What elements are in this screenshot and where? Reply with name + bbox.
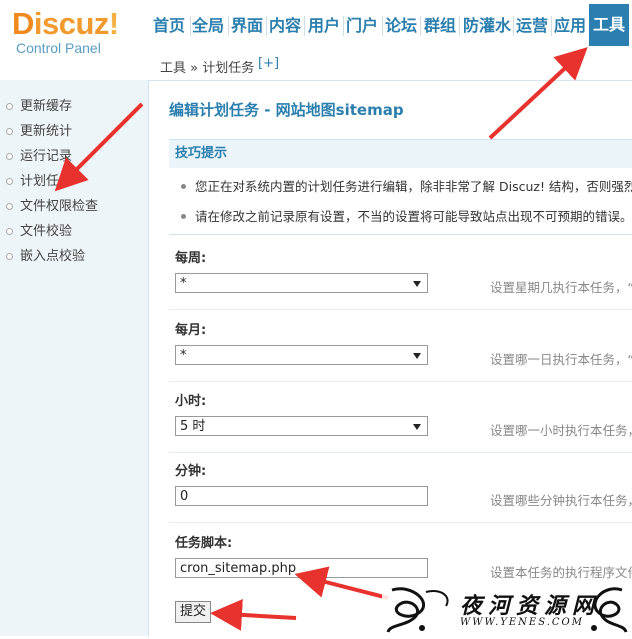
select-arrow-icon [413,353,421,359]
monthday-label: 每月: [175,323,207,338]
weekday-hint: 设置星期几执行本任务，“*” [490,280,632,295]
watermark: 夜河资源网 WWW.YENES.COM [382,582,632,636]
add-shortcut-link[interactable]: [+] [258,56,279,71]
script-input[interactable]: cron_sitemap.php [175,558,428,578]
minute-input[interactable]: 0 [175,486,428,506]
hour-hint: 设置哪一小时执行本任务， [490,423,632,438]
script-hint: 设置本任务的执行程序文件 [490,565,632,580]
bullet-icon [6,178,13,185]
tips-heading: 技巧提示 [169,139,632,168]
sidebar-item-hook-check[interactable]: 嵌入点校验 [0,244,148,269]
weekday-label: 每周: [175,251,207,266]
nav-divider [343,16,344,36]
nav-content[interactable]: 内容 [269,6,301,46]
nav-divider [420,16,421,36]
page-title: 编辑计划任务 - 网站地图sitemap [169,101,404,119]
breadcrumb: 工具 » 计划任务 [+] [148,48,632,81]
watermark-cn: 夜河资源网 [460,593,601,619]
sidebar-item-file-permissions[interactable]: 文件权限检查 [0,194,148,219]
nav-divider [459,16,460,36]
bullet-icon [6,253,13,260]
nav-operation[interactable]: 运营 [516,6,548,46]
sidebar-item-update-cache[interactable]: 更新缓存 [0,94,148,119]
select-arrow-icon [413,281,421,287]
sidebar-item-run-log[interactable]: 运行记录 [0,144,148,169]
monthday-select[interactable]: * [175,345,428,365]
monthday-hint: 设置哪一日执行本任务，“*” [490,352,632,367]
sidebar: 更新缓存 更新统计 运行记录 计划任务 文件权限检查 文件校验 嵌入点校验 [0,80,149,636]
logo-wordmark: Discuz! [12,6,119,41]
nav-divider [513,16,514,36]
submit-button[interactable]: 提交 [175,601,212,623]
sidebar-item-scheduled-tasks[interactable]: 计划任务 [0,169,148,194]
nav-divider [266,16,267,36]
nav-divider [304,16,305,36]
bullet-icon [6,153,13,160]
header: Discuz! Control Panel 首页 全局 界面 内容 用户 门户 … [0,0,632,81]
tips-panel: 技巧提示 您正在对系统内置的计划任务进行编辑，除非非常了解 Discuz! 结构… [169,139,632,235]
tip-line: 请在修改之前记录原有设置，不当的设置将可能导致站点出现不可预期的错误。 [169,202,632,232]
bullet-icon [6,228,13,235]
nav-global[interactable]: 全局 [192,6,224,46]
nav-home[interactable]: 首页 [153,6,185,46]
nav-forum[interactable]: 论坛 [385,6,417,46]
logo-subtitle: Control Panel [16,40,101,56]
nav-tools[interactable]: 工具 [589,4,630,46]
bullet-icon [181,214,186,219]
hour-label: 小时: [175,394,207,409]
nav-antispam[interactable]: 防灌水 [463,6,511,46]
nav-interface[interactable]: 界面 [231,6,263,46]
tip-line: 您正在对系统内置的计划任务进行编辑，除非非常了解 Discuz! 结构，否则强烈… [169,172,632,202]
sidebar-item-file-check[interactable]: 文件校验 [0,219,148,244]
sidebar-item-update-stats[interactable]: 更新统计 [0,119,148,144]
nav-portal[interactable]: 门户 [346,6,378,46]
nav-groups[interactable]: 群组 [424,6,456,46]
minute-label: 分钟: [175,464,207,479]
bullet-icon [6,203,13,210]
select-arrow-icon [413,424,421,430]
nav-users[interactable]: 用户 [308,6,340,46]
main-content: 编辑计划任务 - 网站地图sitemap 技巧提示 您正在对系统内置的计划任务进… [149,81,632,636]
logo[interactable]: Discuz! Control Panel [12,6,119,56]
nav-divider [551,16,552,36]
minute-hint: 设置哪些分钟执行本任务， [490,493,632,508]
bullet-icon [6,128,13,135]
bullet-icon [6,103,13,110]
bullet-icon [181,184,186,189]
hour-select[interactable]: 5 时 [175,416,428,436]
weekday-select[interactable]: * [175,273,428,293]
nav-divider [190,16,191,36]
nav-divider [382,16,383,36]
nav-apps[interactable]: 应用 [554,6,586,46]
breadcrumb-text: 工具 » 计划任务 [160,61,255,76]
nav-divider [228,16,229,36]
watermark-en: WWW.YENES.COM [460,617,584,628]
top-nav: 首页 全局 界面 内容 用户 门户 论坛 群组 防灌水 运营 应用 工具 [148,0,632,50]
script-label: 任务脚本: [175,536,233,551]
